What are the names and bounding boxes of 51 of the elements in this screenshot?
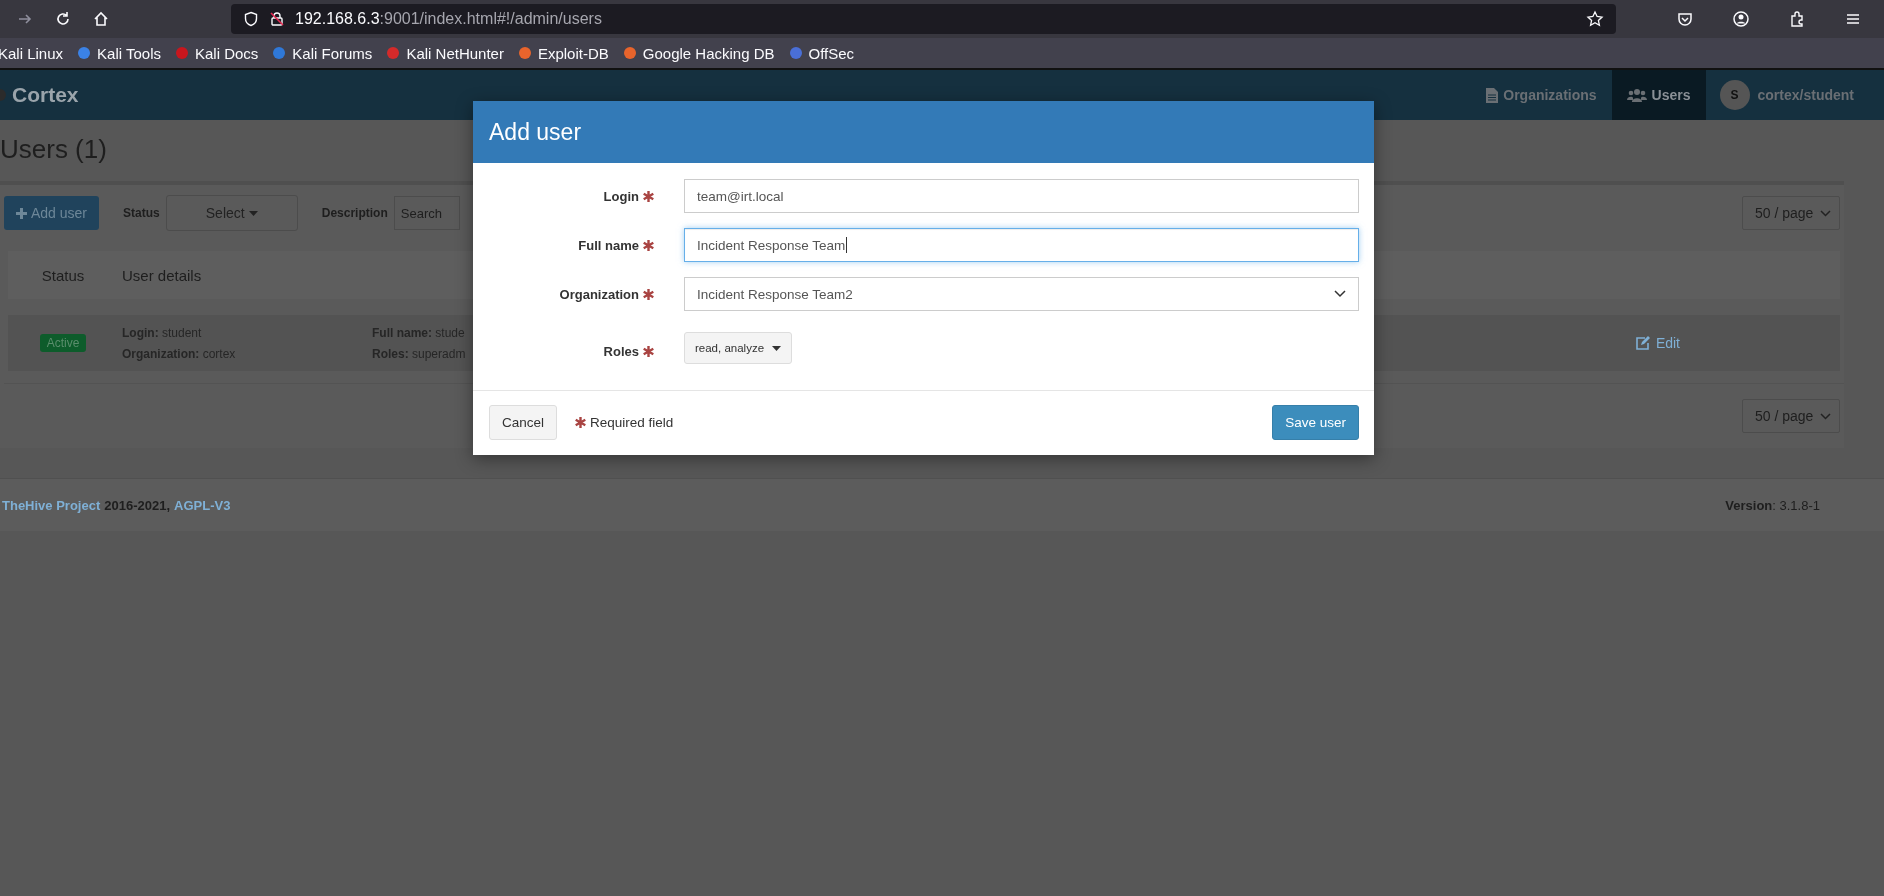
version-text: Version: 3.1.8-1 [1725,497,1820,513]
extensions-icon[interactable] [1788,10,1806,28]
caret-icon [248,210,258,216]
document-icon[interactable] [1486,87,1499,103]
url-text[interactable]: 192.168.6.3:9001/index.html#!/admin/users [295,10,602,28]
field-label: Full name [578,237,639,253]
save-user-button[interactable]: Save user [1272,405,1359,440]
required-icon [575,417,587,428]
star-icon[interactable] [1586,10,1604,28]
bookmark-link[interactable]: OffSec [788,44,855,62]
bookmark-link[interactable]: Kali Docs [175,44,259,62]
account-icon[interactable] [1732,10,1750,28]
edit-icon [1634,335,1651,351]
insecure-lock-icon[interactable] [269,11,285,27]
chevron-down-icon [1820,412,1831,420]
reload-icon[interactable] [54,10,72,28]
address-bar[interactable]: 192.168.6.3:9001/index.html#!/admin/users [231,4,1616,34]
home-icon[interactable] [92,10,110,28]
organization-select[interactable]: Incident Response Team2 [684,277,1359,311]
bookmark-link[interactable]: Exploit-DB [517,44,609,62]
chevron-down-icon [1334,290,1346,298]
search-field[interactable]: Search [393,196,460,230]
page-title: Users (1) [0,133,107,166]
dialog-title: Add user [489,118,582,146]
text-field[interactable]: Incident Response Team [684,228,1359,262]
chevron-down-icon [1820,209,1831,217]
bookmark-link[interactable]: Kali Forums [272,44,373,62]
field-label: Roles [603,343,639,359]
bookmark-link[interactable]: Kali Linux [0,44,64,62]
filter-label: Description [321,206,388,220]
nav-link[interactable]: Users [1611,70,1706,120]
pocket-icon[interactable] [1676,10,1694,28]
column-header: User details [121,266,202,284]
column-header: Status [40,266,86,284]
caret-icon [772,345,782,351]
cancel-button[interactable]: Cancel [489,405,558,440]
status-badge: Active [39,334,87,352]
field-label: Organization [559,286,639,302]
brand-logo[interactable]: Cortex [12,83,79,107]
roles-dropdown[interactable]: read, analyze [684,332,793,364]
copyright-years: 2016-2021, [104,497,171,513]
field-label: Login [603,188,639,204]
bookmark-link[interactable]: Google Hacking DB [622,44,775,62]
text-field[interactable]: team@irt.local [684,179,1359,213]
bookmark-link[interactable]: Kali NetHunter [386,44,504,62]
required-note: Required field [590,415,674,430]
filter-label: Status [123,206,160,220]
shield-icon[interactable] [243,11,259,27]
users-icon[interactable] [1626,87,1647,103]
bookmark-link[interactable]: Kali Tools [77,44,161,62]
plus-icon [16,207,27,219]
